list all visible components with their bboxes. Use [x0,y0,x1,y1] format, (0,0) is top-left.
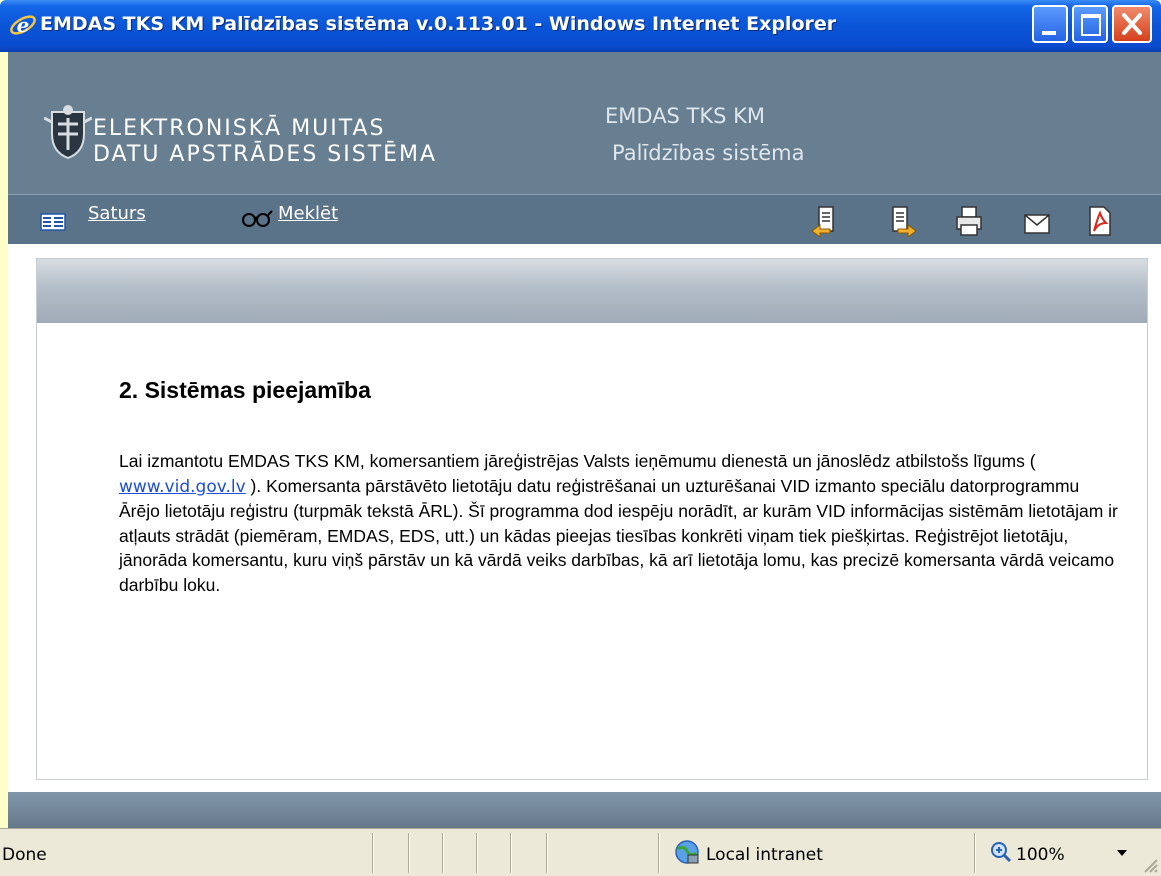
status-separator [510,833,512,873]
status-separator [372,833,374,873]
title-bar[interactable]: e EMDAS TKS KM Palīdzības sistēma v.0.11… [0,0,1161,52]
maximize-icon [1081,14,1101,36]
topic-paragraph: Lai izmantotu EMDAS TKS KM, komersantiem… [119,449,1119,597]
minimize-button[interactable] [1032,5,1068,43]
zoom-icon [991,842,1012,863]
previous-topic-icon[interactable] [810,205,840,237]
paragraph-text-start: Lai izmantotu EMDAS TKS KM, komersantiem… [119,451,1036,471]
status-text: Done [2,845,47,865]
contents-link[interactable]: Saturs [88,203,146,224]
vid-website-link[interactable]: www.vid.gov.lv [119,477,246,497]
glasses-icon [242,210,273,227]
svg-text:e: e [17,13,30,37]
topic-panel: 2. Sistēmas pieejamība Lai izmantotu EMD… [36,258,1148,780]
topic-panel-header [37,259,1147,323]
security-zone[interactable]: Local intranet [706,845,823,865]
footer-band [8,792,1161,828]
window-title: EMDAS TKS KM Palīdzības sistēma v.0.113.… [40,13,837,35]
status-bar: Done Local intranet 100% [0,828,1161,876]
maximize-button[interactable] [1072,5,1108,43]
chevron-down-icon[interactable] [1116,849,1128,857]
internet-explorer-icon: e [10,13,36,37]
app-title: EMDAS TKS KM [605,104,766,128]
topic-heading: 2. Sistēmas pieejamība [119,377,371,403]
close-button[interactable] [1112,5,1152,43]
browser-window: e EMDAS TKS KM Palīdzības sistēma v.0.11… [0,0,1161,876]
status-separator [658,833,660,873]
search-link[interactable]: Meklēt [278,203,338,224]
logo-text-line2: DATU APSTRĀDES SISTĒMA [93,142,438,167]
status-separator [408,833,410,873]
coat-of-arms-icon [44,105,92,160]
status-separator [974,833,976,873]
contents-icon [40,213,66,231]
status-separator [476,833,478,873]
print-icon[interactable] [954,205,984,237]
zoom-level[interactable]: 100% [1016,845,1065,865]
email-icon[interactable] [1022,205,1052,237]
next-topic-icon[interactable] [888,205,918,237]
logo-text-line1: ELEKTRONISKĀ MUITAS [93,116,386,141]
intranet-zone-icon [675,840,699,864]
status-separator [442,833,444,873]
help-toolbar: Saturs Meklēt [8,194,1161,245]
paragraph-text-end: ). Komersanta pārstāvēto lietotāju datu … [119,475,1118,595]
minimize-icon [1042,31,1056,35]
pdf-icon[interactable] [1084,205,1114,237]
status-separator [546,833,548,873]
close-icon [1122,13,1142,35]
resize-grip-icon[interactable] [1142,857,1158,873]
app-subtitle: Palīdzības sistēma [612,141,805,165]
